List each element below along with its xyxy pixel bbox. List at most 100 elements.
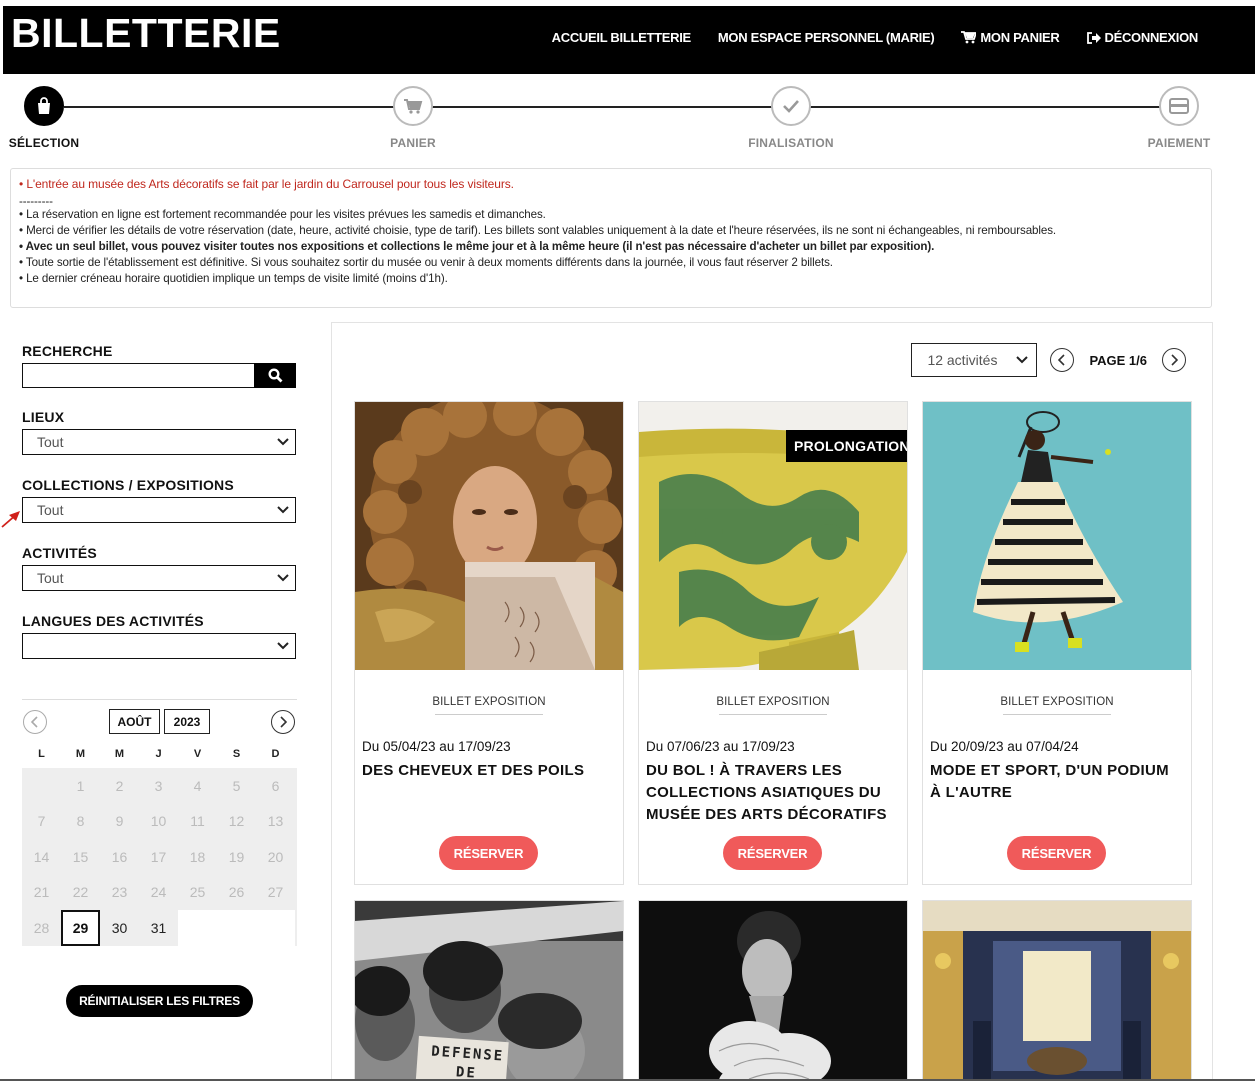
month-select[interactable]: AOÛT — [109, 709, 160, 734]
calendar-day: 2 — [115, 777, 124, 794]
card-title[interactable]: MODE ET SPORT, D'UN PODIUM À L'AUTRE — [930, 760, 1183, 804]
card-type: BILLET EXPOSITION — [1000, 696, 1114, 708]
calendar-day: 18 — [189, 848, 206, 865]
card-type: BILLET EXPOSITION — [716, 696, 830, 708]
chevron-right-icon — [280, 716, 287, 728]
nav-home-label: ACCUEIL BILLETTERIE — [551, 30, 692, 45]
places-value: Tout — [37, 434, 64, 450]
card-icon — [1159, 86, 1199, 126]
exhibition-image-bowl[interactable]: PROLONGATION — [639, 402, 907, 670]
step-selection: SÉLECTION — [0, 84, 114, 150]
calendar-day: 11 — [190, 813, 205, 830]
step-cart: PANIER — [343, 84, 483, 150]
nav-logout-link[interactable]: DÉCONNEXION — [1086, 30, 1198, 45]
calendar-day: 1 — [76, 777, 85, 794]
chevron-down-icon — [277, 642, 289, 650]
collections-select[interactable]: Tout — [22, 497, 296, 523]
calendar-day[interactable]: 30 — [100, 910, 139, 946]
check-icon — [771, 86, 811, 126]
exhibition-image-hair[interactable] — [355, 402, 623, 670]
card-title[interactable]: DU BOL ! À TRAVERS LES COLLECTIONS ASIAT… — [646, 760, 899, 826]
collections-label: COLLECTIONS / EXPOSITIONS — [22, 477, 234, 493]
info-line: • La réservation en ligne est fortement … — [19, 208, 546, 221]
search-input[interactable] — [22, 363, 254, 388]
nav-cart-label: MON PANIER — [980, 30, 1060, 45]
calendar-day-selected[interactable]: 29 — [61, 910, 100, 946]
calendar-day[interactable]: 31 — [139, 910, 178, 946]
weekday-label: S — [232, 748, 241, 760]
checkout-stepper: SÉLECTION PANIER FINALISATION PAIEMENT — [0, 84, 1255, 154]
step-label: PAIEMENT — [1147, 136, 1211, 150]
nav-home-link[interactable]: ACCUEIL BILLETTERIE — [551, 30, 692, 45]
activities-panel: 12 activités PAGE 1/6 BILLET EXPOSITION … — [331, 322, 1213, 1081]
card-dates: Du 20/09/23 au 07/04/24 — [930, 739, 1079, 754]
calendar-day: 5 — [232, 777, 241, 794]
activity-card: DEFENSE DE — [354, 900, 624, 1081]
search-button[interactable] — [254, 363, 296, 388]
exhibition-image-fashion-sport[interactable] — [923, 402, 1191, 670]
top-nav: ACCUEIL BILLETTERIE MON ESPACE PERSONNEL… — [551, 30, 1199, 45]
nav-cart-link[interactable]: MON PANIER — [961, 30, 1060, 45]
step-label: PANIER — [390, 136, 436, 150]
calendar-prev-button[interactable] — [23, 710, 47, 734]
bag-icon — [24, 86, 64, 126]
collections-value: Tout — [37, 502, 64, 518]
activities-select[interactable]: Tout — [22, 565, 296, 591]
card-type-underline — [719, 714, 827, 715]
filters-sidebar: RECHERCHE LIEUX Tout COLLECTIONS / EXPOS… — [22, 340, 297, 700]
step-payment: PAIEMENT — [1109, 84, 1249, 150]
activity-card — [922, 900, 1192, 1081]
exhibition-image-interior[interactable] — [923, 901, 1191, 1081]
weekday-label: J — [155, 748, 162, 760]
calendar-day: 7 — [37, 813, 46, 830]
logout-icon — [1086, 31, 1101, 44]
activity-card: PROLONGATION BILLET EXPOSITION Du 07/06/… — [638, 401, 908, 885]
calendar-day: 20 — [267, 848, 284, 865]
exhibition-image-portrait[interactable] — [639, 901, 907, 1081]
weekday-label: M — [114, 748, 125, 760]
per-page-select[interactable]: 12 activités — [911, 343, 1038, 377]
calendar-day: 12 — [228, 813, 245, 830]
calendar-day: 3 — [154, 777, 163, 794]
calendar-day: 23 — [111, 884, 128, 901]
exhibition-image-photo[interactable]: DEFENSE DE — [355, 901, 623, 1081]
search-label: RECHERCHE — [22, 343, 113, 359]
year-select[interactable]: 2023 — [164, 709, 210, 734]
calendar-header: AOÛT 2023 — [22, 706, 297, 736]
reserve-button[interactable]: RÉSERVER — [439, 836, 538, 870]
calendar-day: 8 — [76, 813, 85, 830]
calendar-day: 25 — [189, 884, 206, 901]
reset-filters-button[interactable]: RÉINITIALISER LES FILTRES — [66, 985, 253, 1017]
weekday-row: L M M J V S D — [22, 748, 297, 768]
calendar-day: 14 — [33, 848, 50, 865]
page-next-button[interactable] — [1162, 348, 1186, 372]
card-type-underline — [435, 714, 543, 715]
weekday-label: L — [38, 748, 45, 760]
calendar-day: 28 — [33, 919, 50, 936]
card-type: BILLET EXPOSITION — [432, 696, 546, 708]
card-type-underline — [1003, 714, 1111, 715]
calendar-empty-cell — [256, 910, 295, 946]
weekday-label: V — [193, 748, 202, 760]
languages-label: LANGUES DES ACTIVITÉS — [22, 613, 204, 629]
nav-account-link[interactable]: MON ESPACE PERSONNEL (MARIE) — [718, 30, 935, 45]
calendar-next-button[interactable] — [271, 710, 295, 734]
reserve-button[interactable]: RÉSERVER — [723, 836, 822, 870]
activities-value: Tout — [37, 570, 64, 586]
chevron-down-icon — [1016, 356, 1029, 364]
chevron-down-icon — [277, 574, 289, 582]
info-line: • Merci de vérifier les détails de votre… — [19, 224, 1057, 237]
stepper-line — [64, 106, 1160, 108]
search-row — [22, 363, 297, 388]
chevron-right-icon — [1171, 354, 1178, 366]
reserve-button[interactable]: RÉSERVER — [1007, 836, 1106, 870]
step-finalisation: FINALISATION — [721, 84, 861, 150]
chevron-down-icon — [277, 438, 289, 446]
card-title[interactable]: DES CHEVEUX ET DES POILS — [362, 760, 615, 782]
languages-select[interactable] — [22, 633, 296, 659]
page-prev-button[interactable] — [1050, 348, 1075, 372]
places-select[interactable]: Tout — [22, 429, 296, 455]
calendar-day: 9 — [115, 813, 124, 830]
sidebar-divider — [22, 699, 297, 700]
calendar-day: 27 — [267, 884, 284, 901]
